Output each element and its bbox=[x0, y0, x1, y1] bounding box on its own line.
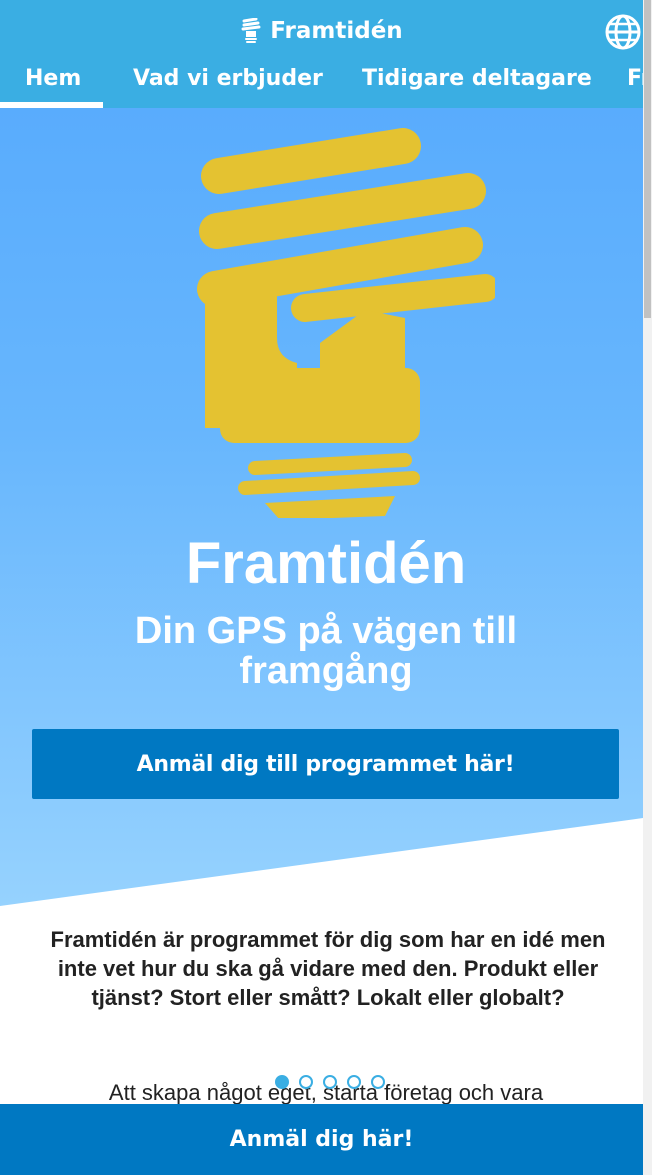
carousel-dots bbox=[275, 1075, 385, 1089]
hero-title: Framtidén bbox=[185, 531, 467, 596]
carousel-dot[interactable] bbox=[323, 1075, 337, 1089]
tab-partial[interactable]: Fr bbox=[627, 66, 643, 91]
globe-icon[interactable] bbox=[604, 13, 642, 51]
brand-name: Framtidén bbox=[270, 18, 403, 44]
brand[interactable]: Framtidén bbox=[0, 14, 643, 48]
signup-bottom-button[interactable]: Anmäl dig här! bbox=[0, 1104, 643, 1175]
tab-vad-vi-erbjuder[interactable]: Vad vi erbjuder bbox=[133, 66, 323, 91]
top-bar: Framtidén Hem Vad vi erbjuder Tidigare d… bbox=[0, 0, 643, 108]
carousel-dot[interactable] bbox=[371, 1075, 385, 1089]
carousel-dot[interactable] bbox=[275, 1075, 289, 1089]
tab-tidigare-deltagare[interactable]: Tidigare deltagare bbox=[362, 66, 592, 91]
intro-text: Framtidén är programmet för dig som har … bbox=[50, 927, 606, 1010]
carousel-dot[interactable] bbox=[347, 1075, 361, 1089]
active-tab-indicator bbox=[0, 102, 103, 108]
lightbulb-icon bbox=[185, 128, 499, 523]
signup-program-button[interactable]: Anmäl dig till programmet här! bbox=[32, 729, 619, 799]
tab-hem[interactable]: Hem bbox=[25, 66, 81, 91]
nav-tabs: Hem Vad vi erbjuder Tidigare deltagare F… bbox=[0, 58, 643, 108]
lightbulb-icon bbox=[240, 18, 262, 44]
hero-subtitle: Din GPS på vägen till framgång bbox=[134, 610, 518, 692]
scrollbar-thumb[interactable] bbox=[644, 0, 651, 318]
carousel-dot[interactable] bbox=[299, 1075, 313, 1089]
